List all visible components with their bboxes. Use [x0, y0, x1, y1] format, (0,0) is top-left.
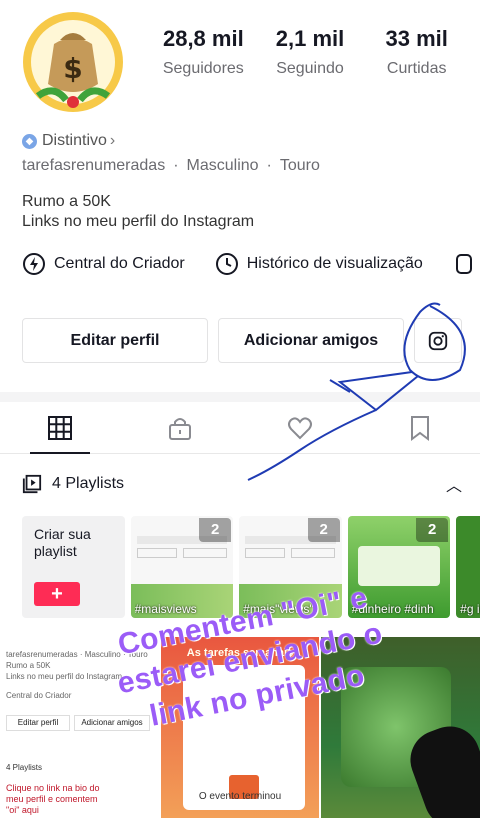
- following-count: 2,1 mil: [275, 26, 345, 51]
- meta-separator: ·: [173, 157, 179, 174]
- plus-icon[interactable]: +: [34, 582, 80, 606]
- private-lock-icon: [169, 417, 191, 440]
- playlist-video-count: 2: [416, 518, 449, 542]
- creator-center-link[interactable]: Central do Criador: [22, 252, 185, 276]
- tab-favorites[interactable]: [360, 402, 480, 453]
- playlist-card[interactable]: #g iro: [456, 516, 480, 618]
- svg-text:$: $: [63, 52, 82, 85]
- likes-count: 33 mil: [385, 26, 448, 51]
- playlist-video-count: 2: [307, 518, 340, 542]
- stats-row: 28,8 mil Seguidores 2,1 mil Seguindo 33 …: [150, 26, 470, 78]
- mini-caption: Clique no link na bio do meu perfil e co…: [6, 783, 100, 815]
- creator-links-row: Central do Criador Histórico de visualiz…: [22, 252, 480, 276]
- profile-actions: Editar perfil Adicionar amigos: [22, 318, 462, 363]
- playlists-header[interactable]: 4 Playlists ︿: [22, 472, 462, 496]
- playlists-count: 4 Playlists: [52, 475, 125, 492]
- edit-profile-button[interactable]: Editar perfil: [22, 318, 208, 363]
- followers-stat[interactable]: 28,8 mil Seguidores: [150, 26, 257, 78]
- likes-label: Curtidas: [386, 60, 447, 77]
- creator-center-label: Central do Criador: [54, 255, 185, 272]
- following-stat[interactable]: 2,1 mil Seguindo: [257, 26, 364, 78]
- followers-label: Seguidores: [162, 60, 244, 77]
- gender: Masculino: [186, 157, 259, 174]
- tab-private[interactable]: [120, 402, 240, 453]
- content-tabs: [0, 402, 480, 454]
- chevron-up-icon[interactable]: ︿: [446, 472, 462, 496]
- tab-liked[interactable]: [240, 402, 360, 453]
- playlist-icon: [22, 474, 42, 494]
- badge-icon: ◆: [22, 133, 37, 149]
- section-divider: [0, 392, 480, 402]
- tab-videos[interactable]: [0, 402, 120, 454]
- playlist-video-count: 2: [199, 518, 232, 542]
- badge-link[interactable]: ◆ Distintivo ›: [22, 132, 115, 150]
- thumb-button: [245, 548, 286, 558]
- instagram-button[interactable]: [414, 318, 462, 363]
- chevron-right-icon: ›: [109, 132, 116, 149]
- create-playlist-label: Criar sua playlist: [34, 526, 91, 559]
- username: tarefasrenumeradas: [22, 157, 166, 174]
- more-link[interactable]: [453, 252, 477, 276]
- watch-history-label: Histórico de visualização: [246, 255, 423, 272]
- following-label: Seguindo: [276, 60, 344, 77]
- event-ended-label: O evento terminou: [198, 791, 282, 802]
- thumb-button: [182, 548, 227, 558]
- thumb-button: [291, 548, 336, 558]
- thumb-button: [136, 548, 177, 558]
- likes-stat[interactable]: 33 mil Curtidas: [363, 26, 470, 78]
- videos-grid-icon: [48, 415, 72, 440]
- meta-separator: ·: [266, 157, 272, 174]
- badge-label: Distintivo: [42, 132, 107, 149]
- add-friends-button[interactable]: Adicionar amigos: [218, 318, 404, 363]
- creator-bolt-icon: [23, 253, 45, 275]
- mini-playlists: 4 Playlists: [6, 763, 43, 772]
- clock-icon: [215, 253, 238, 275]
- partial-icon: [455, 254, 472, 274]
- bio-line: Rumo a 50K: [22, 193, 111, 210]
- playlist-card[interactable]: 2 #maisviews: [130, 516, 234, 618]
- mini-edit-button: Editar perfil: [6, 715, 70, 731]
- instagram-icon: [428, 331, 448, 350]
- liked-heart-icon: [288, 416, 312, 439]
- favorites-bookmark-icon: [411, 415, 429, 441]
- bio-line: Links no meu perfil do Instagram: [22, 213, 255, 230]
- profile-meta: tarefasrenumeradas · Masculino · Touro: [22, 157, 320, 175]
- avatar[interactable]: $: [14, 4, 132, 112]
- create-playlist-card[interactable]: Criar sua playlist +: [22, 516, 125, 618]
- watch-history-link[interactable]: Histórico de visualização: [215, 252, 423, 276]
- followers-count: 28,8 mil: [162, 26, 244, 51]
- bio: Rumo a 50K Links no meu perfil do Instag…: [22, 192, 254, 232]
- zodiac: Touro: [279, 157, 320, 174]
- playlist-caption: #g iro: [460, 602, 480, 616]
